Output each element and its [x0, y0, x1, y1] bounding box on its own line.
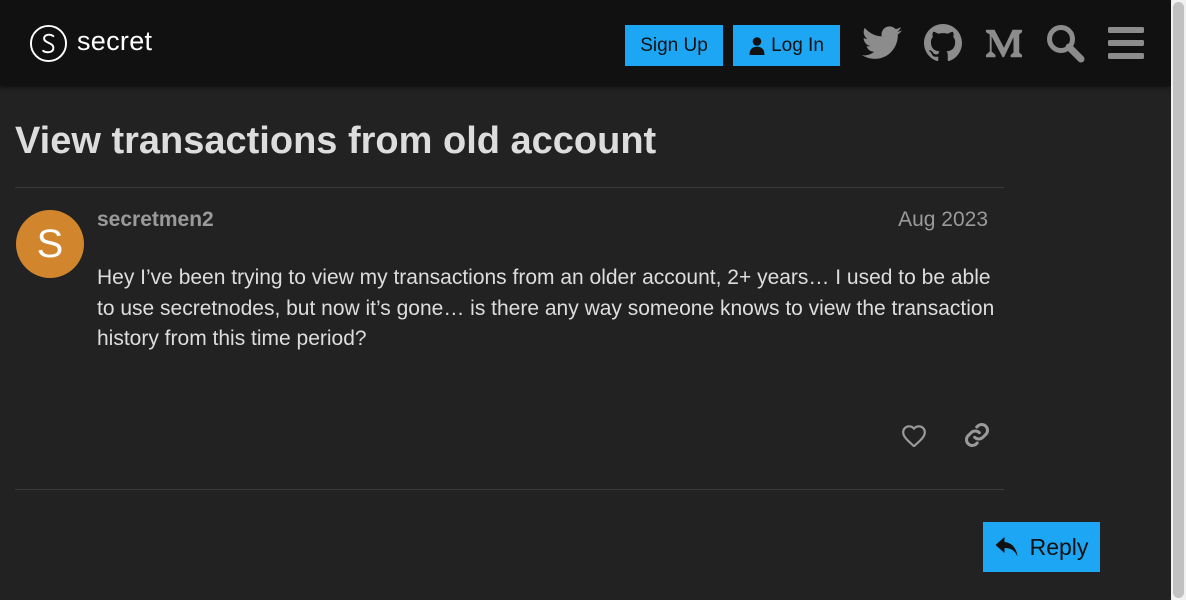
- twitter-link[interactable]: [860, 21, 904, 65]
- site-logo[interactable]: secret: [29, 24, 152, 63]
- avatar-letter: S: [36, 221, 64, 266]
- logo-text: secret: [77, 26, 153, 56]
- medium-icon: [985, 29, 1023, 58]
- heart-icon: [902, 425, 926, 447]
- share-link-button[interactable]: [960, 418, 994, 452]
- post-divider: [15, 489, 1004, 490]
- user-icon: [749, 36, 765, 55]
- log-in-button[interactable]: Log In: [733, 25, 840, 66]
- medium-link[interactable]: [982, 21, 1026, 65]
- hamburger-menu-icon: [1108, 27, 1144, 59]
- avatar[interactable]: S: [16, 210, 84, 278]
- log-in-label: Log In: [771, 34, 824, 56]
- page: secret Sign Up Log In View transactions …: [0, 0, 1186, 600]
- topic-title[interactable]: View transactions from old account: [15, 120, 656, 163]
- scrollbar[interactable]: [1171, 0, 1186, 600]
- post-date[interactable]: Aug 2023: [898, 208, 988, 232]
- reply-button[interactable]: Reply: [983, 522, 1100, 572]
- topic-divider: [15, 187, 1004, 188]
- search-button[interactable]: [1043, 21, 1087, 65]
- post-username[interactable]: secretmen2: [97, 208, 214, 232]
- link-icon: [965, 423, 989, 447]
- twitter-icon: [862, 26, 902, 59]
- like-button[interactable]: [897, 418, 931, 452]
- menu-button[interactable]: [1104, 21, 1148, 65]
- secret-logo-icon: [29, 24, 68, 63]
- search-icon: [1047, 25, 1085, 63]
- reply-arrow-icon: [995, 537, 1018, 557]
- github-icon: [924, 24, 962, 62]
- site-header: secret Sign Up Log In: [0, 0, 1171, 86]
- github-link[interactable]: [921, 21, 965, 65]
- scrollbar-thumb[interactable]: [1173, 2, 1184, 598]
- sign-up-button[interactable]: Sign Up: [625, 25, 723, 66]
- post-body: Hey I’ve been trying to view my transact…: [97, 266, 995, 350]
- reply-label: Reply: [1029, 533, 1089, 560]
